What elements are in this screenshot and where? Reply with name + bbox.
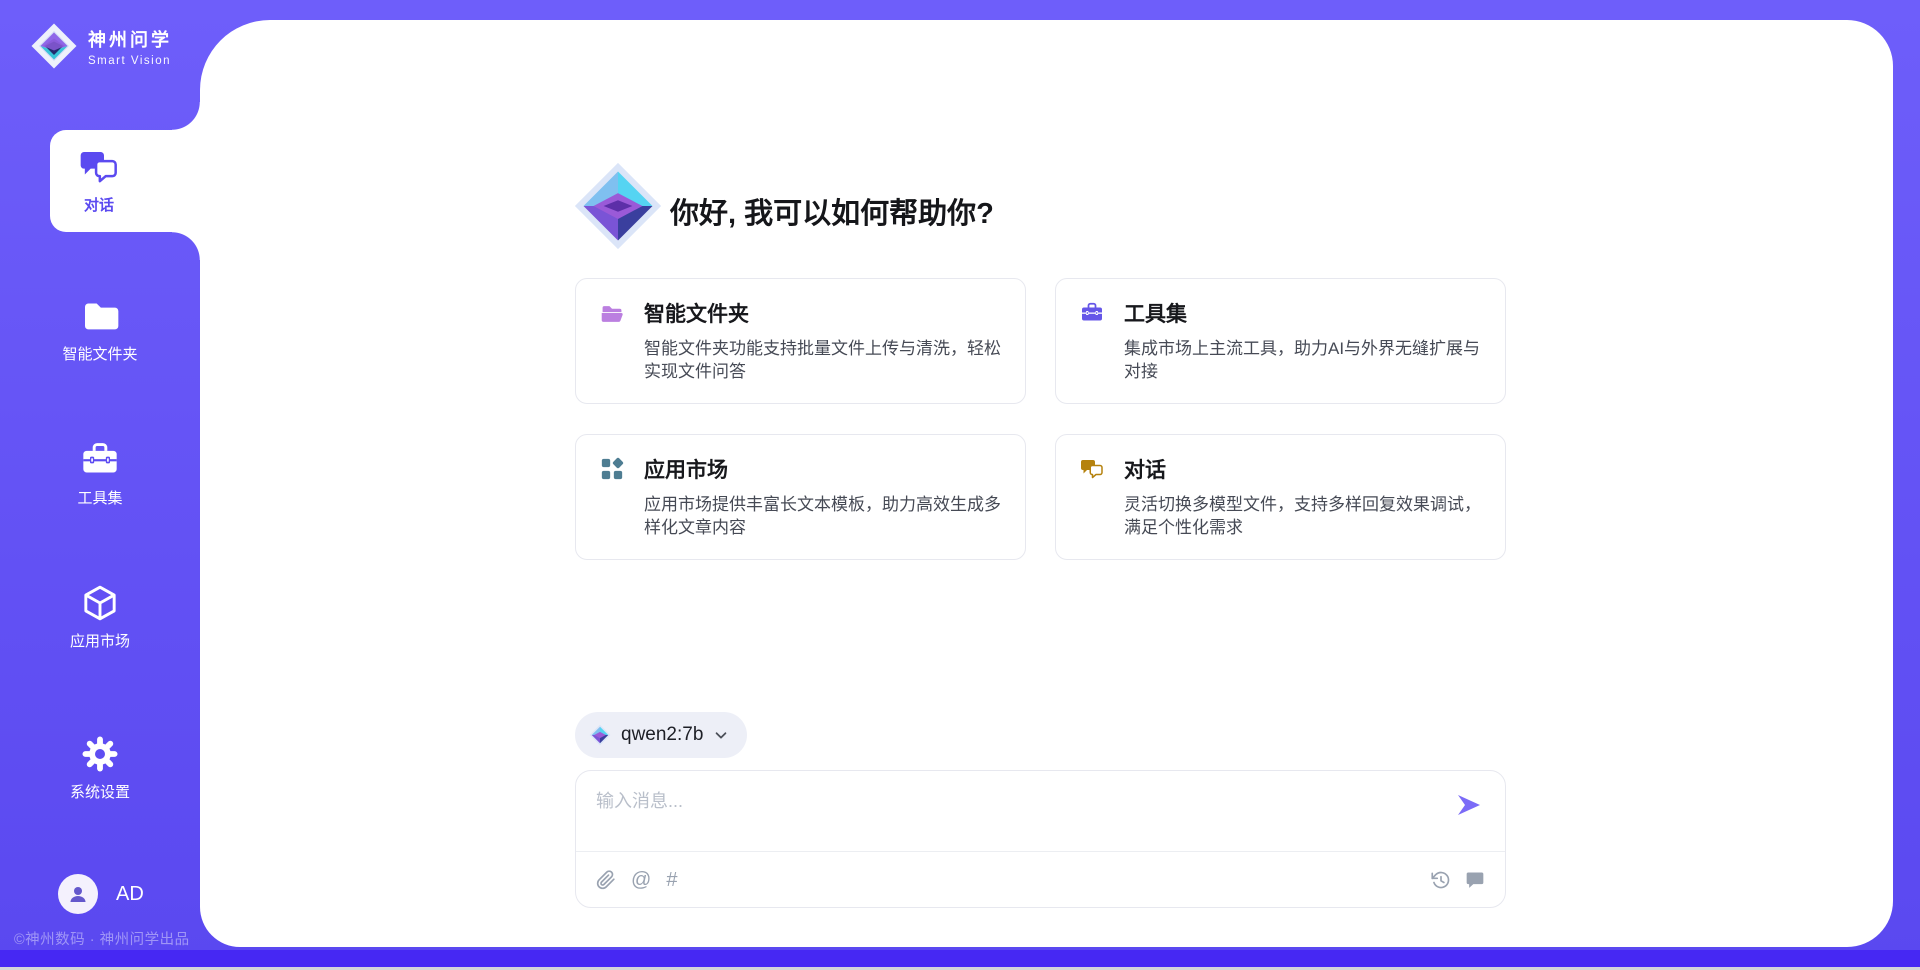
sidebar-item-app-market[interactable]: 应用市场	[0, 583, 200, 651]
brand-name: 神州问学	[88, 26, 172, 52]
sidebar-item-label: 智能文件夹	[62, 343, 137, 364]
folder-icon	[80, 296, 120, 336]
person-icon	[66, 882, 90, 906]
user-profile[interactable]: AD	[58, 874, 144, 914]
model-name: qwen2:7b	[621, 724, 703, 746]
chat-icon	[79, 147, 119, 187]
chat-icon	[1080, 457, 1104, 481]
message-composer: @ #	[575, 770, 1506, 908]
card-description: 集成市场上主流工具，助力AI与外界无缝扩展与对接	[1124, 337, 1481, 383]
history-icon[interactable]	[1431, 870, 1451, 890]
toolbox-icon	[80, 440, 120, 480]
card-description: 智能文件夹功能支持批量文件上传与清洗，轻松实现文件问答	[644, 337, 1001, 383]
brand: 神州问学 Smart Vision	[30, 22, 172, 70]
card-title: 对话	[1124, 454, 1166, 484]
sidebar-item-label: 对话	[84, 194, 114, 215]
sidebar: 神州问学 Smart Vision 对话 智能文件夹	[0, 0, 200, 970]
feature-cards: 智能文件夹 智能文件夹功能支持批量文件上传与清洗，轻松实现文件问答 工具	[575, 278, 1506, 560]
grid-icon	[600, 457, 624, 481]
toolbox-icon	[1080, 301, 1104, 325]
main-content: 你好, 我可以如何帮助你? 智能文件夹 智能文件夹功能支持批量文件上传与清洗，轻…	[200, 20, 1893, 947]
model-logo-icon	[589, 724, 611, 746]
model-selector[interactable]: qwen2:7b	[575, 712, 747, 758]
sidebar-item-settings[interactable]: 系统设置	[0, 734, 200, 802]
copyright-text: ©神州数码 · 神州问学出品	[14, 928, 190, 949]
card-description: 灵活切换多模型文件，支持多样回复效果调试，满足个性化需求	[1124, 493, 1481, 539]
cube-icon	[80, 583, 120, 623]
app-window: 神州问学 Smart Vision 对话 智能文件夹	[0, 0, 1920, 970]
sidebar-item-label: 工具集	[77, 487, 122, 508]
sidebar-item-smart-folder[interactable]: 智能文件夹	[0, 296, 200, 364]
card-title: 智能文件夹	[644, 298, 749, 328]
mention-icon[interactable]: @	[631, 870, 651, 890]
card-chat[interactable]: 对话 灵活切换多模型文件，支持多样回复效果调试，满足个性化需求	[1055, 434, 1506, 560]
bottom-strip	[0, 950, 1920, 967]
topic-icon[interactable]: #	[666, 870, 677, 890]
feedback-chat-icon[interactable]	[1465, 870, 1485, 890]
card-title: 工具集	[1124, 298, 1187, 328]
message-input[interactable]	[596, 787, 1436, 843]
attachment-icon[interactable]	[596, 870, 616, 890]
greeting-title: 你好, 我可以如何帮助你?	[670, 190, 994, 232]
brand-logo-icon	[30, 22, 78, 70]
brand-subtitle: Smart Vision	[88, 55, 172, 67]
user-name: AD	[116, 883, 144, 906]
card-smart-folder[interactable]: 智能文件夹 智能文件夹功能支持批量文件上传与清洗，轻松实现文件问答	[575, 278, 1026, 404]
gear-icon	[80, 734, 120, 774]
sidebar-item-label: 应用市场	[70, 630, 130, 651]
composer-toolbar: @ #	[596, 851, 1485, 908]
card-description: 应用市场提供丰富长文本模板，助力高效生成多样化文章内容	[644, 493, 1001, 539]
sidebar-item-label: 系统设置	[70, 781, 130, 802]
sidebar-item-toolbox[interactable]: 工具集	[0, 440, 200, 508]
send-icon[interactable]	[1455, 791, 1483, 819]
sidebar-item-chat[interactable]: 对话	[50, 130, 200, 232]
chevron-down-icon	[713, 727, 729, 743]
avatar	[58, 874, 98, 914]
folder-open-icon	[600, 301, 624, 325]
card-title: 应用市场	[644, 454, 728, 484]
card-app-market[interactable]: 应用市场 应用市场提供丰富长文本模板，助力高效生成多样化文章内容	[575, 434, 1026, 560]
card-toolbox[interactable]: 工具集 集成市场上主流工具，助力AI与外界无缝扩展与对接	[1055, 278, 1506, 404]
hero-logo-icon	[572, 160, 664, 252]
